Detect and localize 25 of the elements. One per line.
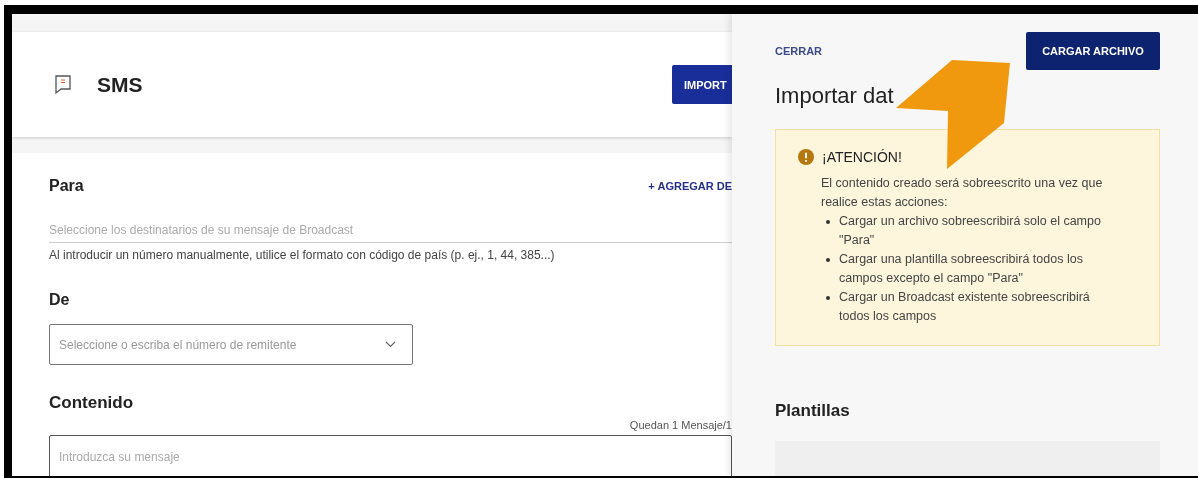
bullet-dot xyxy=(826,220,830,224)
warning-icon xyxy=(798,149,814,165)
chevron-down-icon xyxy=(385,341,396,348)
recipients-field[interactable]: Seleccione los destinatarios de su mensaje de Broadcast xyxy=(49,223,732,243)
bullet-dot xyxy=(826,258,830,262)
page-title: SMS xyxy=(97,72,143,97)
alert-title: ¡ATENCIÓN! xyxy=(822,149,902,165)
list-item: Cargar un Broadcast existente sobreescribirá todos los campos xyxy=(839,289,1091,325)
hint-text: Al introducir un número manualmente, utilice el formato con código de país (p. ej., 1, 44, 385...) xyxy=(49,248,556,262)
message-icon xyxy=(53,74,73,95)
list-item: Cargar un archivo sobreescribirá solo el campo "Para" xyxy=(839,213,1102,249)
import-button[interactable]: IMPORT xyxy=(672,65,732,104)
upload-file-button[interactable]: CARGAR ARCHIVO xyxy=(1026,32,1160,70)
close-link[interactable]: CERRAR xyxy=(775,45,823,57)
list-item: Cargar una plantilla sobreescribirá todos los campos excepto el campo "Para" xyxy=(839,251,1084,287)
alert-text: El contenido creado será sobreescrito una vez que realice estas acciones: xyxy=(821,175,1104,211)
section-label: Contenido xyxy=(49,393,135,413)
character-counter: Quedan 1 Mensaje/1 xyxy=(629,419,732,431)
add-recipient-link[interactable]: + AGREGAR DE xyxy=(648,180,732,192)
message-field[interactable]: Introduzca su mensaje xyxy=(49,435,732,476)
section-label: Para xyxy=(49,177,84,195)
bullet-dot xyxy=(826,296,830,300)
section-title: Plantillas xyxy=(775,401,851,421)
panel-title: Importar dat xyxy=(775,83,895,109)
section-label: De xyxy=(49,291,71,309)
